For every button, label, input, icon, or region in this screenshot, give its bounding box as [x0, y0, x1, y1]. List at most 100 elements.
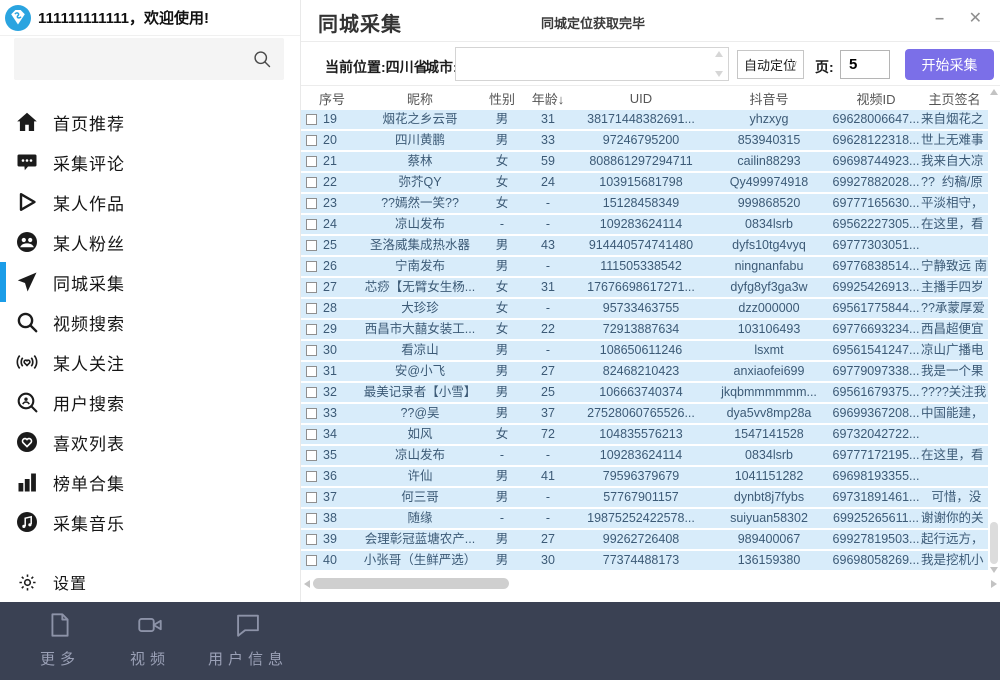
- table-row[interactable]: 19烟花之乡云哥男3138171448382691...yhzxyg696280…: [301, 110, 988, 131]
- column-header-uid[interactable]: UID: [575, 91, 707, 106]
- row-checkbox[interactable]: [306, 366, 317, 377]
- locate-mode-select[interactable]: 自动定位 ∨: [737, 50, 804, 79]
- vertical-scrollbar[interactable]: [988, 86, 1000, 576]
- table-row[interactable]: 35凉山发布--1092836241140834lsrb69777172195.…: [301, 446, 988, 467]
- horizontal-scroll-thumb[interactable]: [313, 578, 509, 589]
- sidebar-item-like-list[interactable]: 喜欢列表: [0, 422, 300, 462]
- cell-sex: -: [483, 215, 521, 234]
- cell-dy: 853940315: [707, 131, 831, 150]
- row-checkbox[interactable]: [306, 555, 317, 566]
- column-header-vid[interactable]: 视频ID: [831, 89, 921, 108]
- table-row[interactable]: 30看凉山男-108650611246lsxmt69561541247...凉山…: [301, 341, 988, 362]
- sidebar-item-video-search[interactable]: 视频搜索: [0, 302, 300, 342]
- sidebar-item-rank-list[interactable]: 榜单合集: [0, 462, 300, 502]
- row-checkbox[interactable]: [306, 303, 317, 314]
- sidebar-item-fans[interactable]: 某人粉丝: [0, 222, 300, 262]
- table-row[interactable]: 40小张哥（生鲜严选）男3077374488173136159380696980…: [301, 551, 988, 572]
- table-row[interactable]: 36许仙男4179596379679104115128269698193355.…: [301, 467, 988, 488]
- table-row[interactable]: 32最美记录者【小雪】男25106663740374jkqbmmmmmm...6…: [301, 383, 988, 404]
- row-checkbox[interactable]: [306, 261, 317, 272]
- scroll-down-icon[interactable]: [990, 567, 998, 573]
- sidebar-item-settings[interactable]: 设置: [0, 566, 300, 598]
- row-checkbox[interactable]: [306, 345, 317, 356]
- city-input[interactable]: [455, 47, 729, 81]
- table-row[interactable]: 25圣洛威集成热水器男43914440574741480dyfs10tg4vyq…: [301, 236, 988, 257]
- table-row[interactable]: 37何三哥男-57767901157dynbt8j7fybs6973189146…: [301, 488, 988, 509]
- table-row[interactable]: 28大珍珍女-95733463755dzz00000069561775844..…: [301, 299, 988, 320]
- table-row[interactable]: 27芯痧【无臂女生杨...女3117676698617271...dyfg8yf…: [301, 278, 988, 299]
- cell-sex: 女: [483, 299, 521, 318]
- sidebar-item-works[interactable]: 某人作品: [0, 182, 300, 222]
- cell-no: 33: [323, 404, 357, 423]
- row-checkbox[interactable]: [306, 450, 317, 461]
- sidebar-item-music-collect[interactable]: 采集音乐: [0, 502, 300, 542]
- cell-uid: 19875252422578...: [575, 509, 707, 528]
- location-icon: [14, 269, 40, 295]
- cell-uid: 15128458349: [575, 194, 707, 213]
- scroll-up-icon[interactable]: [990, 89, 998, 95]
- column-header-sex[interactable]: 性别: [483, 89, 521, 108]
- cell-nick: 何三哥: [357, 488, 483, 507]
- row-checkbox[interactable]: [306, 387, 317, 398]
- row-checkbox[interactable]: [306, 156, 317, 167]
- sidebar-item-follows[interactable]: 某人关注: [0, 342, 300, 382]
- row-checkbox[interactable]: [306, 429, 317, 440]
- row-checkbox[interactable]: [306, 513, 317, 524]
- row-checkbox-cell: [301, 198, 323, 209]
- row-checkbox[interactable]: [306, 408, 317, 419]
- row-checkbox-cell: [301, 429, 323, 440]
- row-checkbox[interactable]: [306, 219, 317, 230]
- row-checkbox[interactable]: [306, 324, 317, 335]
- table-row[interactable]: 22弥芥QY女24103915681798Qy49997491869927882…: [301, 173, 988, 194]
- table-row[interactable]: 31安@小飞男2782468210423anxiaofei69969779097…: [301, 362, 988, 383]
- sidebar-item-comments[interactable]: 采集评论: [0, 142, 300, 182]
- horizontal-scrollbar[interactable]: [301, 576, 1000, 592]
- start-collect-button[interactable]: 开始采集: [905, 49, 994, 80]
- scroll-left-icon[interactable]: [304, 580, 310, 588]
- row-checkbox[interactable]: [306, 471, 317, 482]
- sidebar-search-box[interactable]: [14, 38, 284, 80]
- sidebar-item-city-collect[interactable]: 同城采集: [0, 262, 300, 302]
- status-message: 同城定位获取完毕: [541, 13, 645, 32]
- table-row[interactable]: 26宁南发布男-111505338542ningnanfabu697768385…: [301, 257, 988, 278]
- sidebar-item-user-search[interactable]: 用户搜索: [0, 382, 300, 422]
- sidebar-item-home[interactable]: 首页推荐: [0, 102, 300, 142]
- row-checkbox[interactable]: [306, 240, 317, 251]
- table-row[interactable]: 24凉山发布--1092836241140834lsrb69562227305.…: [301, 215, 988, 236]
- bottombar-item-user-info[interactable]: 用户信息: [208, 602, 288, 669]
- page-count-input[interactable]: [840, 50, 890, 79]
- table-row[interactable]: 23??嫣然一笑??女-1512845834999986852069777165…: [301, 194, 988, 215]
- row-checkbox[interactable]: [306, 282, 317, 293]
- row-checkbox[interactable]: [306, 492, 317, 503]
- row-checkbox[interactable]: [306, 198, 317, 209]
- cell-sig: 起行远方，: [921, 530, 988, 549]
- column-header-nick[interactable]: 昵称: [357, 89, 483, 108]
- cell-age: 22: [521, 320, 575, 339]
- column-header-age[interactable]: 年龄↓: [521, 89, 575, 108]
- bottombar-item-more[interactable]: 更多: [28, 602, 92, 669]
- search-icon[interactable]: [252, 49, 272, 69]
- row-checkbox[interactable]: [306, 534, 317, 545]
- close-button[interactable]: ✕: [969, 9, 982, 29]
- row-checkbox[interactable]: [306, 135, 317, 146]
- table-row[interactable]: 20四川黄鹏男339724679520085394031569628122318…: [301, 131, 988, 152]
- minimize-button[interactable]: –: [935, 9, 944, 29]
- table-row[interactable]: 38随缘--19875252422578...suiyuan5830269925…: [301, 509, 988, 530]
- row-checkbox[interactable]: [306, 177, 317, 188]
- bottombar-item-video[interactable]: 视频: [118, 602, 182, 669]
- vertical-scroll-thumb[interactable]: [990, 522, 998, 564]
- column-header-sig[interactable]: 主页签名: [921, 89, 988, 108]
- message-icon: [234, 611, 262, 644]
- scroll-right-icon[interactable]: [991, 580, 997, 588]
- table-row[interactable]: 33??@吴男3727528060765526...dya5vv8mp28a69…: [301, 404, 988, 425]
- cell-nick: 最美记录者【小雪】: [357, 383, 483, 402]
- table-row[interactable]: 21蔡林女59808861297294711cailin882936969874…: [301, 152, 988, 173]
- column-header-dy[interactable]: 抖音号: [707, 89, 831, 108]
- row-checkbox[interactable]: [306, 114, 317, 125]
- cell-uid: 111505338542: [575, 257, 707, 276]
- cell-vid: 69777172195...: [831, 446, 921, 465]
- table-row[interactable]: 29西昌市大囍女装工...女22729138876341031064936977…: [301, 320, 988, 341]
- column-header-no[interactable]: 序号: [301, 89, 357, 108]
- table-row[interactable]: 34如风女72104835576213154714152869732042722…: [301, 425, 988, 446]
- table-row[interactable]: 39会理彰冠蓝塘农产...男27992627264089894000676992…: [301, 530, 988, 551]
